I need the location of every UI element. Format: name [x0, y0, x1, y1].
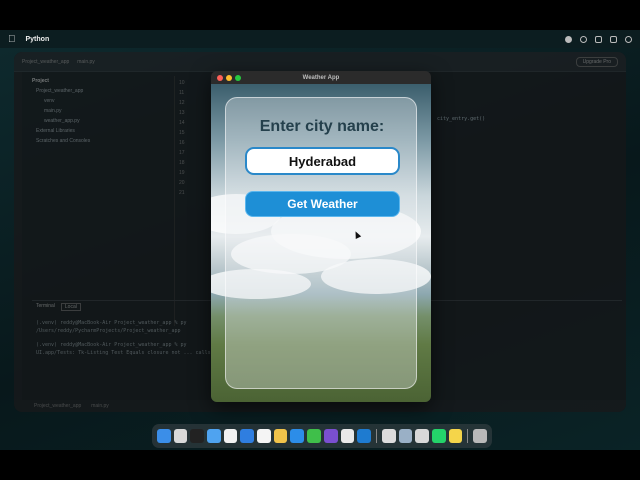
weather-app-window: Weather App Enter city name: Get Weather: [211, 71, 431, 402]
tree-item[interactable]: External Libraries: [32, 126, 172, 136]
line-number: 19: [179, 170, 185, 176]
line-number: 15: [179, 130, 185, 136]
chrome-icon[interactable]: [340, 429, 355, 443]
line-number: 14: [179, 120, 185, 126]
ide-tool-sidebar: [14, 72, 22, 412]
status-file[interactable]: main.py: [91, 403, 109, 409]
menu-bar:  Python: [0, 30, 640, 48]
mail-icon[interactable]: [240, 429, 255, 443]
line-number: 16: [179, 140, 185, 146]
line-number: 20: [179, 180, 185, 186]
tree-item[interactable]: Project_weather_app: [32, 86, 172, 96]
tree-item[interactable]: weather_app.py: [32, 116, 172, 126]
terminal-tab-local[interactable]: Local: [60, 303, 81, 311]
dock: [152, 424, 492, 448]
finder-icon[interactable]: [156, 429, 171, 443]
launchpad-icon[interactable]: [173, 429, 188, 443]
project-panel-header[interactable]: Project: [32, 76, 172, 86]
vscode-icon[interactable]: [357, 429, 371, 443]
tree-item[interactable]: Scratches and Consoles: [32, 136, 172, 146]
trash-icon[interactable]: [473, 429, 488, 443]
tree-item[interactable]: venv: [32, 96, 172, 106]
dock-divider: [467, 429, 469, 443]
upgrade-button[interactable]: Upgrade Pro: [575, 56, 618, 67]
city-prompt-heading: Enter city name:: [259, 118, 385, 135]
ide-file-title[interactable]: main.py: [77, 59, 95, 65]
ide-titlebar: Project_weather_app main.py Upgrade Pro: [14, 52, 626, 72]
city-input[interactable]: [245, 147, 400, 175]
line-number: 18: [179, 160, 185, 166]
chrome-app-icon[interactable]: [415, 429, 429, 443]
appstore-icon[interactable]: [290, 429, 305, 443]
weather-app-titlebar[interactable]: Weather App: [211, 71, 431, 84]
dock-divider: [375, 429, 377, 443]
line-number: 21: [179, 190, 185, 196]
preview-icon[interactable]: [381, 429, 396, 443]
safari-icon[interactable]: [207, 429, 221, 443]
files-icon[interactable]: [273, 429, 288, 443]
project-panel: Project Project_weather_app venv main.py…: [32, 76, 172, 326]
input-card: Enter city name: Get Weather: [225, 97, 417, 389]
siri-icon[interactable]: [625, 35, 632, 43]
pycharm-icon[interactable]: [431, 429, 446, 443]
terminal-tab[interactable]: Terminal: [36, 303, 55, 311]
menu-app-name[interactable]: Python: [26, 36, 50, 43]
battery-icon[interactable]: [610, 35, 617, 43]
ide-project-title[interactable]: Project_weather_app: [22, 59, 69, 65]
terminal-icon[interactable]: [190, 429, 205, 443]
line-number: 10: [179, 80, 185, 86]
get-weather-button[interactable]: Get Weather: [245, 191, 400, 217]
numbers-icon[interactable]: [307, 429, 321, 443]
screen-icon[interactable]: [398, 429, 413, 443]
python-icon[interactable]: [448, 429, 463, 443]
tree-item[interactable]: main.py: [32, 106, 172, 116]
line-number: 12: [179, 100, 185, 106]
apple-icon[interactable]: : [8, 34, 16, 45]
clock-icon[interactable]: [580, 35, 587, 43]
window-title: Weather App: [302, 74, 340, 81]
status-project[interactable]: Project_weather_app: [34, 403, 81, 409]
photos-icon[interactable]: [257, 429, 271, 443]
notes-icon[interactable]: [223, 429, 238, 443]
code-line: city_entry.get(): [437, 116, 486, 122]
line-number: 13: [179, 110, 185, 116]
control-center-icon[interactable]: [595, 35, 602, 43]
line-number: 11: [179, 90, 185, 96]
github-icon[interactable]: [323, 429, 338, 443]
line-number: 17: [179, 150, 185, 156]
sky-background: Enter city name: Get Weather: [211, 84, 431, 402]
status-icon[interactable]: [565, 35, 572, 43]
